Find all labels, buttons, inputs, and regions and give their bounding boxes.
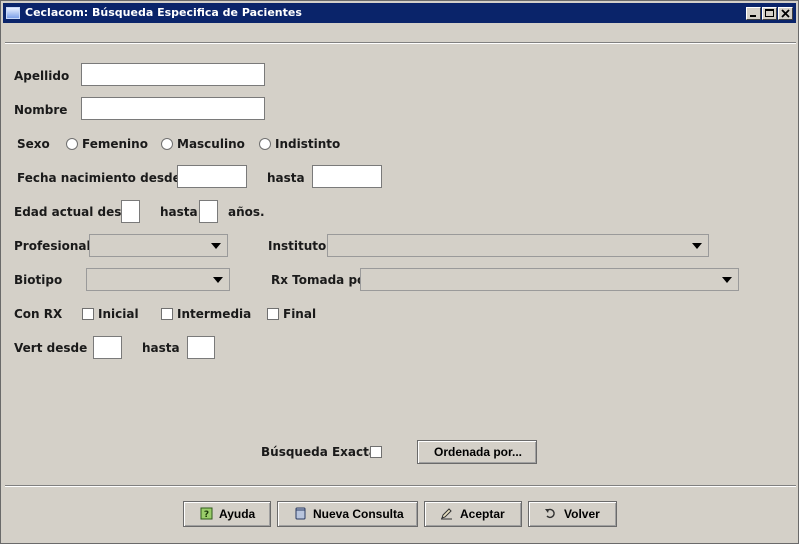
indistinto-label[interactable]: Indistinto: [275, 137, 340, 151]
maximize-icon: [765, 9, 774, 17]
vert-hasta-input[interactable]: [187, 336, 215, 359]
nombre-input[interactable]: [81, 97, 265, 120]
title-bar: Ceclacom: Búsqueda Especifica de Pacient…: [3, 3, 796, 23]
intermedia-checkbox[interactable]: [161, 308, 173, 320]
sexo-label: Sexo: [17, 137, 50, 151]
busqueda-exacta-checkbox[interactable]: [370, 446, 382, 458]
intermedia-label[interactable]: Intermedia: [177, 307, 251, 321]
inicial-checkbox[interactable]: [82, 308, 94, 320]
aceptar-button[interactable]: Aceptar: [424, 501, 522, 527]
biotipo-select[interactable]: [86, 268, 230, 291]
vert-hasta-label: hasta: [142, 341, 180, 355]
edad-hasta-label: hasta: [160, 205, 198, 219]
chevron-down-icon: [692, 243, 702, 249]
con-rx-label: Con RX: [14, 307, 63, 321]
chevron-down-icon: [213, 277, 223, 283]
minimize-icon: [750, 15, 756, 17]
svg-text:?: ?: [204, 510, 209, 520]
help-icon: ?: [200, 507, 213, 520]
edad-desde-input[interactable]: [121, 200, 140, 223]
window-title: Ceclacom: Búsqueda Especifica de Pacient…: [25, 6, 302, 19]
femenino-radio[interactable]: [66, 138, 78, 150]
vert-desde-label: Vert desde: [14, 341, 88, 355]
rx-tomada-select[interactable]: [360, 268, 739, 291]
fecha-desde-input[interactable]: [177, 165, 247, 188]
femenino-label[interactable]: Femenino: [82, 137, 148, 151]
fecha-desde-label: Fecha nacimiento desde:: [17, 171, 186, 185]
apellido-input[interactable]: [81, 63, 265, 86]
close-icon: [781, 9, 790, 18]
biotipo-label: Biotipo: [14, 273, 63, 287]
fecha-hasta-label: hasta: [267, 171, 305, 185]
minimize-button[interactable]: [746, 7, 761, 20]
maximize-button[interactable]: [762, 7, 777, 20]
instituto-select[interactable]: [327, 234, 709, 257]
instituto-label: Instituto: [268, 239, 327, 253]
profesional-select[interactable]: [89, 234, 228, 257]
document-icon: [295, 507, 306, 520]
rx-tomada-label: Rx Tomada por: [271, 273, 372, 287]
nombre-label: Nombre: [14, 103, 68, 117]
ordenada-por-button[interactable]: Ordenada por...: [417, 440, 537, 464]
top-separator: [5, 42, 796, 44]
ayuda-button[interactable]: ? Ayuda: [183, 501, 271, 527]
profesional-label: Profesional: [14, 239, 91, 253]
edad-desde-label: Edad actual desde: [14, 205, 139, 219]
app-icon: [6, 7, 20, 19]
bottom-separator: [5, 485, 796, 487]
apellido-label: Apellido: [14, 69, 70, 83]
masculino-label[interactable]: Masculino: [177, 137, 245, 151]
chevron-down-icon: [722, 277, 732, 283]
edad-hasta-input[interactable]: [199, 200, 218, 223]
fecha-hasta-input[interactable]: [312, 165, 382, 188]
final-label[interactable]: Final: [283, 307, 316, 321]
busqueda-exacta-label[interactable]: Búsqueda Exacta: [261, 445, 377, 459]
pencil-icon: [441, 508, 452, 520]
nueva-consulta-button[interactable]: Nueva Consulta: [277, 501, 418, 527]
volver-button[interactable]: Volver: [528, 501, 617, 527]
masculino-radio[interactable]: [161, 138, 173, 150]
vert-desde-input[interactable]: [93, 336, 122, 359]
final-checkbox[interactable]: [267, 308, 279, 320]
back-arrow-icon: [545, 508, 555, 519]
chevron-down-icon: [211, 243, 221, 249]
edad-unit-label: años.: [228, 205, 265, 219]
window: Ceclacom: Búsqueda Especifica de Pacient…: [0, 0, 799, 544]
indistinto-radio[interactable]: [259, 138, 271, 150]
inicial-label[interactable]: Inicial: [98, 307, 139, 321]
close-button[interactable]: [778, 7, 793, 20]
